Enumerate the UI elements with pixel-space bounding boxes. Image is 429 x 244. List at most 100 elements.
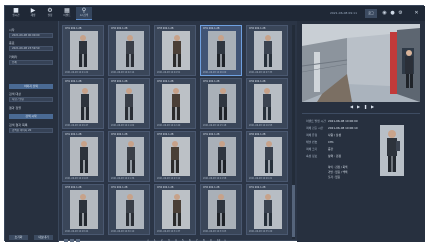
prev-page-button[interactable]: <	[147, 239, 149, 242]
person-figure	[208, 137, 236, 176]
grid-view-icon[interactable]	[64, 239, 68, 242]
result-card[interactable]: CH2 202.1.28 2021-06-08 10:02:14	[108, 25, 150, 76]
result-card-timestamp: 2021-06-08 10:16:55	[249, 124, 273, 127]
result-card-timestamp: 2021-06-08 10:04:51	[157, 71, 181, 74]
reset-button[interactable]: 초기화	[9, 235, 28, 240]
skip-back-icon[interactable]: ◀	[349, 104, 354, 110]
page-number-button[interactable]: 10	[217, 239, 220, 242]
result-card-title: CH3 202.1.28	[157, 27, 174, 30]
toolbar-event-button[interactable]: ▦ 이벤트	[59, 7, 75, 20]
page-number-button[interactable]: 6	[189, 239, 191, 242]
pause-icon[interactable]: ❚	[363, 104, 368, 110]
result-card[interactable]: CH4 202.1.28 2021-06-08 10:31:37	[154, 184, 196, 235]
result-card[interactable]: CH3 202.1.28 2021-06-08 10:11:02	[108, 78, 150, 129]
result-list-label: 검색 결과 목록	[9, 123, 28, 127]
toolbar-live-button[interactable]: ■ 실시간	[8, 7, 24, 20]
start-time-field[interactable]: 2021-06-08 00:00:00	[9, 33, 53, 38]
result-card[interactable]: CH3 202.1.28 2021-06-08 10:28:44	[62, 184, 104, 235]
toolbar-ai-search-button[interactable]: ⚲ AI 검색	[76, 7, 92, 20]
app-window: ■ 실시간 ▶ 재생 ⚙ 설정 ▦ 이벤트 ⚲ AI 검색 2021-06-08…	[4, 5, 425, 242]
result-card[interactable]: CH3 202.1.28 2021-06-08 10:04:51	[154, 25, 196, 76]
page-number-button[interactable]: 4	[175, 239, 177, 242]
result-card[interactable]: CH2 202.1.28 2021-06-08 10:26:21	[246, 131, 288, 182]
scrollbar-thumb[interactable]	[292, 185, 295, 237]
toolbar-settings-button[interactable]: ⚙ 설정	[42, 7, 58, 20]
thumbnail-size-icon[interactable]	[76, 239, 80, 242]
person-figure	[254, 137, 282, 176]
result-card[interactable]: CH2 202.1.28 2021-06-08 10:07:33	[246, 25, 288, 76]
video-controls: ◀ ▶ ❚ ▶	[302, 104, 420, 114]
result-card-title: CH1 202.1.28	[203, 80, 220, 83]
grid-scrollbar[interactable]	[292, 25, 295, 239]
log-button[interactable]: 로그	[365, 9, 377, 18]
detail-value: 사람 / 남성	[328, 133, 342, 137]
result-card[interactable]: CH1 202.1.28 2021-06-08 10:01:22	[62, 25, 104, 76]
end-time-field[interactable]: 2021-06-08 23:59:59	[9, 46, 53, 51]
result-list-field[interactable]: 검색된 이미지 20	[9, 128, 53, 133]
result-thumbnail	[254, 31, 282, 70]
bell-icon[interactable]: ◉	[381, 9, 388, 18]
video-player[interactable]	[302, 24, 420, 102]
result-card[interactable]: CH1 202.1.28 2021-06-08 10:09:47	[62, 78, 104, 129]
result-thumbnail	[70, 31, 98, 70]
page-number-button[interactable]: 7	[196, 239, 198, 242]
result-thumbnail	[70, 190, 98, 229]
toolbar-label: 실시간	[12, 14, 20, 17]
settings-icon[interactable]: ⚙	[397, 9, 404, 18]
video-timeline[interactable]	[302, 113, 420, 114]
export-button[interactable]: 내보내기	[34, 235, 53, 240]
result-card-title: CH3 202.1.28	[157, 133, 174, 136]
detail-key: 속성 정보	[306, 154, 318, 158]
result-thumbnail	[116, 31, 144, 70]
page-number-button[interactable]: 5	[182, 239, 184, 242]
skip-forward-icon[interactable]: ▶	[370, 104, 375, 110]
result-card[interactable]: CH2 202.1.28 2021-06-08 10:12:40	[154, 78, 196, 129]
page-number-button[interactable]: 1	[154, 239, 156, 242]
user-icon[interactable]: ●	[389, 9, 396, 18]
result-card[interactable]: CH3 202.1.28 2021-06-08 10:23:12	[154, 131, 196, 182]
result-card-timestamp: 2021-06-08 10:26:21	[249, 177, 273, 180]
result-thumbnail	[208, 31, 236, 70]
start-search-button[interactable]: 검색 시작	[9, 114, 53, 119]
toolbar-playback-button[interactable]: ▶ 재생	[25, 7, 41, 20]
result-thumbnail	[162, 84, 190, 123]
result-card[interactable]: CH1 202.1.28 2021-06-08 10:06:09	[200, 25, 242, 76]
result-thumbnail	[116, 190, 144, 229]
select-image-button[interactable]: 이미지 선택	[9, 84, 53, 89]
result-card[interactable]: CH1 202.1.28 2021-06-08 10:15:18	[200, 78, 242, 129]
person-figure	[254, 84, 282, 123]
result-card[interactable]: CH4 202.1.28 2021-06-08 10:16:55	[246, 78, 288, 129]
result-thumbnail	[116, 84, 144, 123]
result-card-timestamp: 2021-06-08 10:19:03	[65, 177, 89, 180]
person-figure	[116, 190, 144, 229]
result-thumbnail	[162, 137, 190, 176]
result-card[interactable]: CH2 202.1.28 2021-06-08 10:21:36	[108, 131, 150, 182]
page-number-button[interactable]: 9	[210, 239, 212, 242]
target-label: 검색 대상	[9, 92, 21, 96]
result-card-title: CH2 202.1.28	[249, 27, 266, 30]
result-card-title: CH1 202.1.28	[111, 186, 128, 189]
result-card[interactable]: CH2 202.1.28 2021-06-08 10:33:05	[200, 184, 242, 235]
result-card[interactable]: CH1 202.1.28 2021-06-08 10:19:03	[62, 131, 104, 182]
result-card-timestamp: 2021-06-08 10:15:18	[203, 124, 227, 127]
page-number-button[interactable]: 3	[168, 239, 170, 242]
target-select[interactable]: 사람 / 얼굴	[9, 97, 53, 102]
person-figure	[116, 137, 144, 176]
pagination-bar: <1 2 3 4 5 6 7 8 9 10 >	[61, 239, 297, 242]
list-view-icon[interactable]	[70, 239, 74, 242]
detail-info-list: 이벤트 발생 시간 2021-06-08 10:06:09 객체 검출 시간 2021…	[306, 119, 386, 179]
result-card[interactable]: CH1 202.1.28 2021-06-08 10:30:10	[108, 184, 150, 235]
play-icon[interactable]: ▶	[356, 104, 361, 110]
page-number-button[interactable]: 8	[203, 239, 205, 242]
result-card[interactable]: CH1 202.1.28 2021-06-08 10:35:29	[246, 184, 288, 235]
close-icon[interactable]: ✕	[413, 9, 420, 18]
detail-row: 객체 크기 중간	[306, 147, 386, 155]
result-card-title: CH2 202.1.28	[203, 186, 220, 189]
result-card-timestamp: 2021-06-08 10:11:02	[111, 124, 135, 127]
next-page-button[interactable]: >	[224, 239, 226, 242]
camera-select[interactable]: 전체	[9, 60, 53, 65]
detail-row: 채널 번호 CH1	[306, 140, 386, 148]
person-figure	[162, 190, 190, 229]
result-card[interactable]: CH1 202.1.28 2021-06-08 10:24:58	[200, 131, 242, 182]
page-number-button[interactable]: 2	[161, 239, 163, 242]
